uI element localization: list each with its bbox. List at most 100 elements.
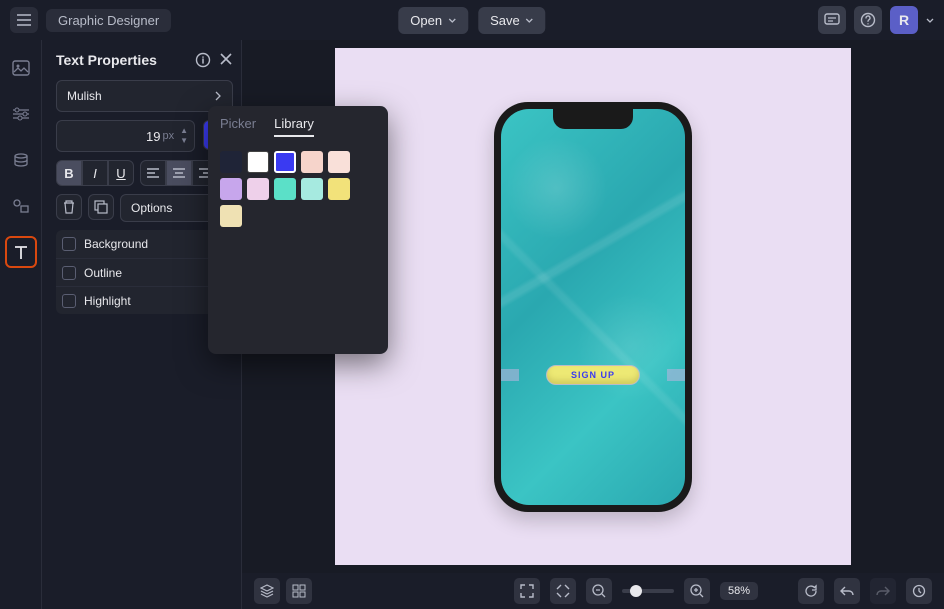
help-button[interactable] — [854, 6, 882, 34]
italic-button[interactable]: I — [82, 160, 108, 186]
fit-button[interactable] — [550, 578, 576, 604]
background-checkbox[interactable]: Background — [56, 230, 233, 258]
open-button[interactable]: Open — [398, 7, 468, 34]
options-label: Options — [131, 201, 172, 215]
left-rail — [0, 40, 42, 609]
copy-icon — [94, 200, 108, 214]
outline-checkbox[interactable]: Outline — [56, 258, 233, 286]
delete-button[interactable] — [56, 194, 82, 220]
undo-button[interactable] — [834, 578, 860, 604]
zoom-in-icon — [690, 584, 704, 598]
history-icon — [912, 584, 926, 598]
tab-library[interactable]: Library — [274, 116, 314, 137]
rail-library[interactable] — [7, 146, 35, 174]
font-family-select[interactable]: Mulish — [56, 80, 233, 112]
bold-button[interactable]: B — [56, 160, 82, 186]
color-swatch[interactable] — [220, 151, 242, 173]
zoom-in-button[interactable] — [684, 578, 710, 604]
chevron-right-icon — [214, 91, 222, 101]
options-row: Options — [56, 194, 233, 222]
text-icon — [12, 243, 30, 261]
sliders-icon — [12, 107, 30, 121]
color-swatch[interactable] — [328, 178, 350, 200]
size-color-row: 19 px ▲ ▼ — [56, 120, 233, 152]
grid-button[interactable] — [286, 578, 312, 604]
checkbox-icon — [62, 266, 76, 280]
zoom-out-icon — [592, 584, 606, 598]
app-title: Graphic Designer — [46, 9, 171, 32]
highlight-label: Highlight — [84, 294, 131, 308]
redo-button[interactable] — [870, 578, 896, 604]
hamburger-icon — [17, 14, 31, 26]
save-label: Save — [490, 13, 520, 28]
close-icon[interactable] — [219, 52, 233, 66]
zoom-slider[interactable] — [622, 589, 674, 593]
refresh-icon — [804, 584, 818, 598]
signup-button[interactable]: SIGN UP — [546, 365, 640, 385]
rail-shapes[interactable] — [7, 192, 35, 220]
user-avatar[interactable]: R — [890, 6, 918, 34]
chevron-down-icon[interactable] — [926, 18, 934, 23]
color-swatch[interactable] — [220, 178, 242, 200]
zoom-out-button[interactable] — [586, 578, 612, 604]
signup-selection[interactable]: SIGN UP — [501, 363, 685, 387]
save-button[interactable]: Save — [478, 7, 546, 34]
top-bar: Graphic Designer Open Save R — [0, 0, 944, 40]
selection-handle-left[interactable] — [501, 369, 519, 381]
font-size-unit: px — [162, 130, 174, 142]
artboard[interactable]: SIGN UP — [335, 48, 851, 565]
background-label: Background — [84, 237, 148, 251]
help-icon — [860, 12, 876, 28]
topbar-center: Open Save — [398, 7, 545, 34]
grid-icon — [292, 584, 306, 598]
color-swatch[interactable] — [328, 151, 350, 173]
history-button[interactable] — [906, 578, 932, 604]
chevron-down-icon — [526, 18, 534, 23]
color-swatch[interactable] — [301, 178, 323, 200]
color-swatch[interactable] — [220, 205, 242, 227]
color-swatch[interactable] — [301, 151, 323, 173]
bottom-bar: 58% — [242, 573, 944, 609]
image-icon — [12, 60, 30, 76]
fullscreen-button[interactable] — [514, 578, 540, 604]
tab-picker[interactable]: Picker — [220, 116, 256, 137]
topbar-right: R — [818, 6, 934, 34]
chevron-down-icon — [448, 18, 456, 23]
selection-handle-right[interactable] — [667, 369, 685, 381]
color-swatch[interactable] — [274, 178, 296, 200]
checkbox-icon — [62, 294, 76, 308]
color-swatch[interactable] — [247, 178, 269, 200]
rail-sliders[interactable] — [7, 100, 35, 128]
size-step-up[interactable]: ▲ — [180, 126, 188, 136]
color-tabs: Picker Library — [220, 116, 376, 137]
phone-screen: SIGN UP — [501, 109, 685, 505]
font-family-value: Mulish — [67, 89, 102, 103]
align-left-button[interactable] — [140, 160, 166, 186]
font-size-input[interactable]: 19 px ▲ ▼ — [56, 120, 195, 152]
align-center-icon — [173, 168, 185, 178]
duplicate-button[interactable] — [88, 194, 114, 220]
menu-button[interactable] — [10, 7, 38, 33]
topbar-left: Graphic Designer — [10, 7, 171, 33]
avatar-letter: R — [899, 12, 909, 28]
color-swatch[interactable] — [247, 151, 269, 173]
align-left-icon — [147, 168, 159, 178]
comment-button[interactable] — [818, 6, 846, 34]
outline-label: Outline — [84, 266, 122, 280]
layers-button[interactable] — [254, 578, 280, 604]
checkbox-icon — [62, 237, 76, 251]
panel-header: Text Properties — [56, 52, 233, 68]
underline-button[interactable]: U — [108, 160, 134, 186]
info-icon[interactable] — [195, 52, 211, 68]
zoom-percent[interactable]: 58% — [720, 582, 758, 600]
layers-icon — [260, 584, 274, 598]
rail-text[interactable] — [7, 238, 35, 266]
database-icon — [13, 153, 29, 167]
rail-image[interactable] — [7, 54, 35, 82]
highlight-checkbox[interactable]: Highlight — [56, 286, 233, 314]
phone-notch — [553, 109, 633, 129]
size-step-down[interactable]: ▼ — [180, 136, 188, 146]
refresh-button[interactable] — [798, 578, 824, 604]
align-center-button[interactable] — [166, 160, 192, 186]
color-swatch[interactable] — [274, 151, 296, 173]
